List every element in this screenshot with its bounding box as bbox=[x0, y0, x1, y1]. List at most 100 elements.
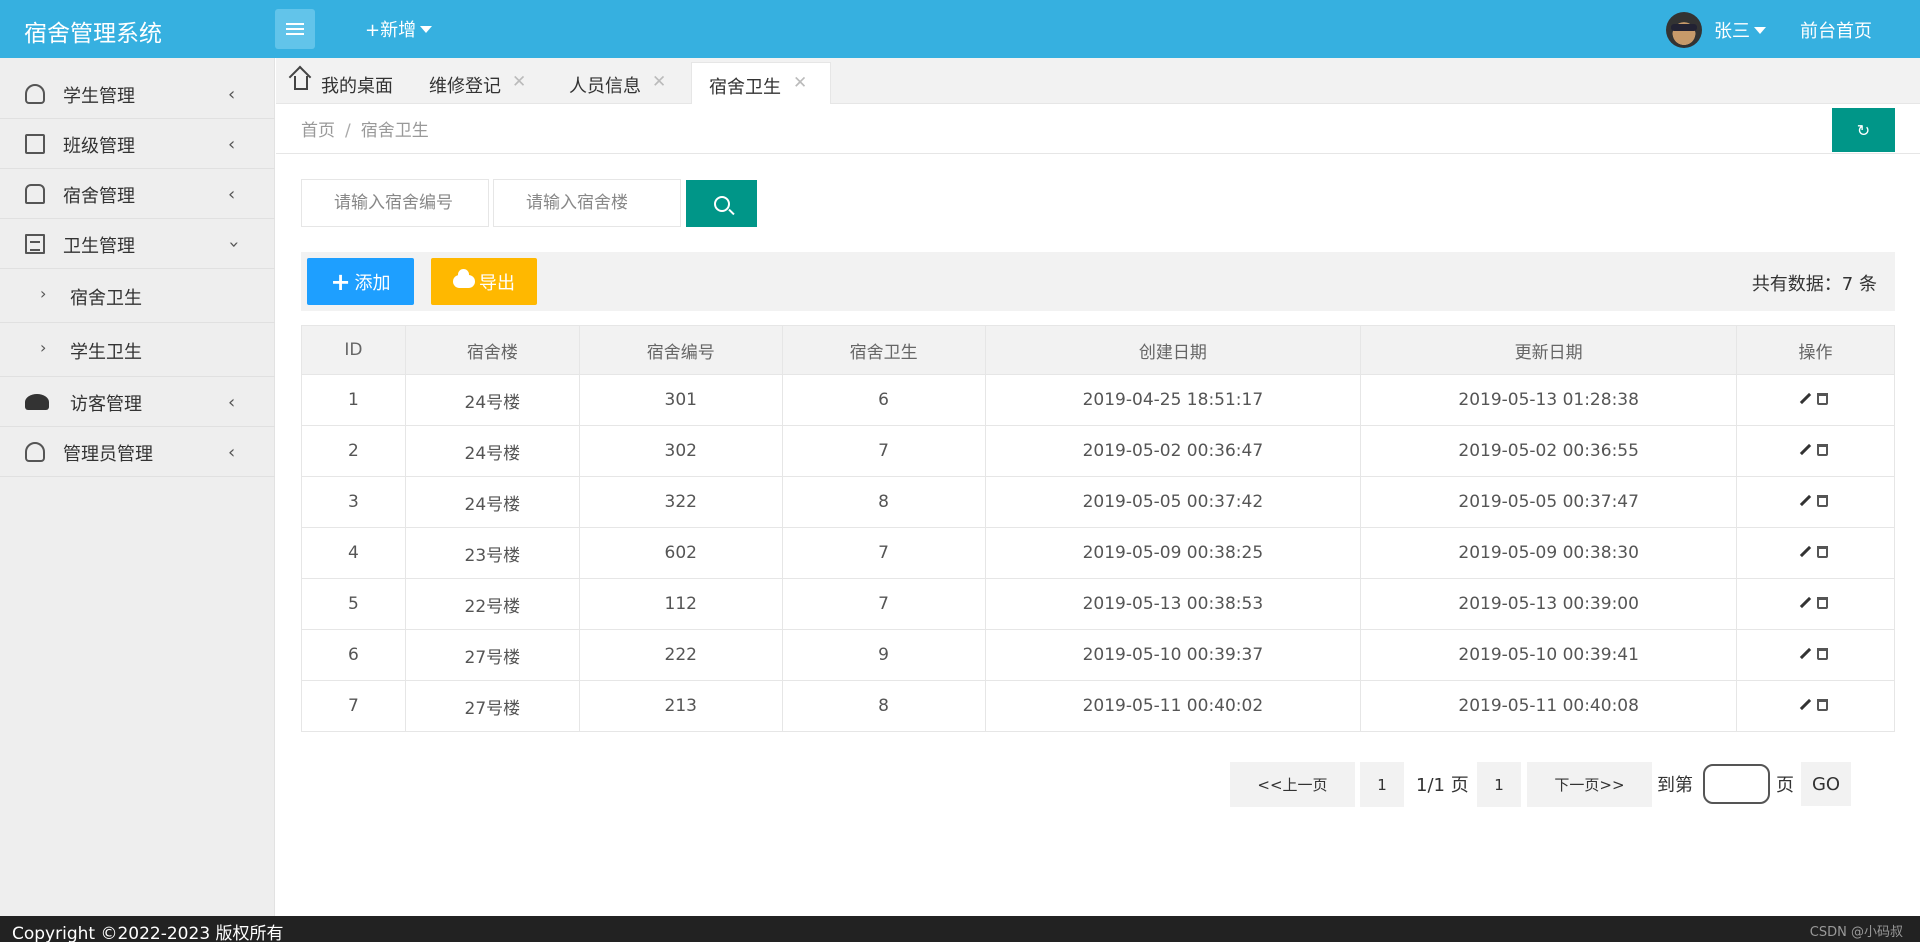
breadcrumb-separator: / bbox=[345, 121, 351, 141]
tab-label: 宿舍卫生 bbox=[709, 77, 781, 98]
close-icon[interactable]: ✕ bbox=[652, 72, 666, 92]
cell-dorm-number: 322 bbox=[578, 476, 783, 528]
cell-hygiene: 8 bbox=[781, 680, 986, 732]
divider bbox=[276, 153, 1920, 154]
next-page-button[interactable]: 下一页>> bbox=[1527, 762, 1652, 807]
tab-personnel[interactable]: 人员信息 ✕ bbox=[540, 62, 680, 104]
chevron-down-icon: ‹ bbox=[223, 240, 245, 249]
close-icon[interactable]: ✕ bbox=[512, 72, 526, 92]
refresh-icon: ↻ bbox=[1856, 120, 1871, 140]
edit-icon[interactable] bbox=[1799, 545, 1811, 558]
user-menu[interactable]: 张三 bbox=[1714, 17, 1766, 43]
table-row: 4 23号楼 602 7 2019-05-09 00:38:25 2019-05… bbox=[301, 527, 1895, 579]
menu-toggle-button[interactable] bbox=[275, 9, 315, 49]
trash-icon[interactable] bbox=[1816, 443, 1828, 456]
cell-created: 2019-05-11 00:40:02 bbox=[984, 680, 1362, 732]
tab-desktop[interactable]: 我的桌面 bbox=[276, 62, 400, 104]
caret-down-icon bbox=[1754, 26, 1766, 34]
cell-actions bbox=[1736, 578, 1895, 630]
table-header-row: ID 宿舍楼 宿舍编号 宿舍卫生 创建日期 更新日期 操作 bbox=[301, 325, 1895, 375]
search-button[interactable] bbox=[686, 180, 757, 227]
trash-icon[interactable] bbox=[1816, 392, 1828, 405]
sidebar-subitem-dorm-hygiene[interactable]: › 宿舍卫生 bbox=[0, 269, 275, 323]
watermark-text: CSDN @小码叔 bbox=[1809, 925, 1903, 940]
sidebar-subitem-student-hygiene[interactable]: › 学生卫生 bbox=[0, 323, 275, 377]
sidebar-item-classes[interactable]: 班级管理 ‹ bbox=[0, 119, 275, 169]
tab-dorm-hygiene[interactable]: 宿舍卫生 ✕ bbox=[691, 62, 831, 104]
trash-icon[interactable] bbox=[1816, 596, 1828, 609]
sidebar-item-dorms[interactable]: 宿舍管理 ‹ bbox=[0, 169, 275, 219]
front-home-link[interactable]: 前台首页 bbox=[1800, 17, 1872, 43]
sidebar-item-hygiene[interactable]: 卫生管理 ‹ bbox=[0, 219, 275, 269]
chevron-left-icon: ‹ bbox=[228, 442, 236, 463]
cell-building: 24号楼 bbox=[404, 476, 580, 528]
cell-updated: 2019-05-09 00:38:30 bbox=[1360, 527, 1738, 579]
prev-page-button[interactable]: <<上一页 bbox=[1230, 762, 1355, 807]
refresh-button[interactable]: ↻ bbox=[1832, 108, 1895, 152]
trash-icon[interactable] bbox=[1816, 698, 1828, 711]
cloud-upload-icon bbox=[453, 269, 475, 288]
table-row: 7 27号楼 213 8 2019-05-11 00:40:02 2019-05… bbox=[301, 680, 1895, 732]
cell-hygiene: 7 bbox=[781, 578, 986, 630]
column-header: 宿舍编号 bbox=[578, 325, 783, 375]
page-info-value: 1/1 bbox=[1416, 775, 1445, 796]
tab-bar: 我的桌面 维修登记 ✕ 人员信息 ✕ 宿舍卫生 ✕ bbox=[276, 58, 1920, 104]
chevron-left-icon: ‹ bbox=[228, 392, 236, 413]
sidebar-item-label: 卫生管理 bbox=[63, 236, 135, 257]
goto-page-input[interactable] bbox=[1703, 764, 1770, 804]
close-icon[interactable]: ✕ bbox=[793, 73, 807, 93]
cell-actions bbox=[1736, 476, 1895, 528]
dorm-number-search-input[interactable] bbox=[301, 179, 489, 227]
cell-id: 6 bbox=[301, 629, 406, 681]
home-icon bbox=[294, 76, 308, 90]
sidebar-item-label: 访客管理 bbox=[70, 394, 142, 415]
sidebar-item-visitors[interactable]: 访客管理 ‹ bbox=[0, 377, 275, 427]
tab-label: 人员信息 bbox=[569, 76, 641, 97]
goto-label: 到第 bbox=[1657, 775, 1693, 796]
tab-repair[interactable]: 维修登记 ✕ bbox=[400, 62, 540, 104]
sidebar-subitem-label: 学生卫生 bbox=[70, 342, 142, 363]
export-button[interactable]: 导出 bbox=[431, 258, 537, 305]
edit-icon[interactable] bbox=[1799, 698, 1811, 711]
page-number-box[interactable]: 1 bbox=[1477, 762, 1521, 807]
cell-updated: 2019-05-02 00:36:55 bbox=[1360, 425, 1738, 477]
cell-updated: 2019-05-10 00:39:41 bbox=[1360, 629, 1738, 681]
cell-id: 5 bbox=[301, 578, 406, 630]
add-new-menu[interactable]: +新增 bbox=[365, 16, 433, 42]
cell-created: 2019-05-10 00:39:37 bbox=[984, 629, 1362, 681]
edit-icon[interactable] bbox=[1799, 392, 1811, 405]
cell-building: 23号楼 bbox=[404, 527, 580, 579]
current-page-button[interactable]: 1 bbox=[1360, 762, 1404, 807]
avatar[interactable] bbox=[1666, 12, 1702, 48]
building-search-input[interactable] bbox=[493, 179, 681, 227]
cell-actions bbox=[1736, 629, 1895, 681]
export-button-label: 导出 bbox=[479, 272, 515, 294]
sidebar-item-admins[interactable]: 管理员管理 ‹ bbox=[0, 427, 275, 477]
hamburger-icon bbox=[286, 23, 304, 35]
user-icon bbox=[25, 442, 45, 462]
trash-icon[interactable] bbox=[1816, 494, 1828, 507]
chevron-right-icon: › bbox=[40, 338, 47, 357]
cell-updated: 2019-05-13 01:28:38 bbox=[1360, 374, 1738, 426]
cell-hygiene: 6 bbox=[781, 374, 986, 426]
copyright-text: Copyright ©2022-2023 版权所有 bbox=[12, 924, 284, 942]
page-info: 1/1 页 bbox=[1416, 771, 1469, 797]
add-button-label: 添加 bbox=[354, 272, 391, 294]
trash-icon[interactable] bbox=[1816, 545, 1828, 558]
goto-page-suffix: 页 bbox=[1776, 775, 1794, 796]
cell-hygiene: 8 bbox=[781, 476, 986, 528]
breadcrumb-home[interactable]: 首页 bbox=[301, 121, 335, 141]
trash-icon[interactable] bbox=[1816, 647, 1828, 660]
sidebar-item-label: 学生管理 bbox=[63, 86, 135, 107]
table-row: 6 27号楼 222 9 2019-05-10 00:39:37 2019-05… bbox=[301, 629, 1895, 681]
sidebar-item-students[interactable]: 学生管理 ‹ bbox=[0, 69, 275, 119]
add-button[interactable]: + 添加 bbox=[307, 258, 414, 305]
cell-updated: 2019-05-05 00:37:47 bbox=[1360, 476, 1738, 528]
edit-icon[interactable] bbox=[1799, 596, 1811, 609]
edit-icon[interactable] bbox=[1799, 647, 1811, 660]
tab-label: 我的桌面 bbox=[321, 76, 393, 97]
edit-icon[interactable] bbox=[1799, 443, 1811, 456]
go-button[interactable]: GO bbox=[1801, 762, 1851, 806]
edit-icon[interactable] bbox=[1799, 494, 1811, 507]
table-toolbar: + 添加 导出 共有数据：7 条 bbox=[301, 252, 1895, 311]
